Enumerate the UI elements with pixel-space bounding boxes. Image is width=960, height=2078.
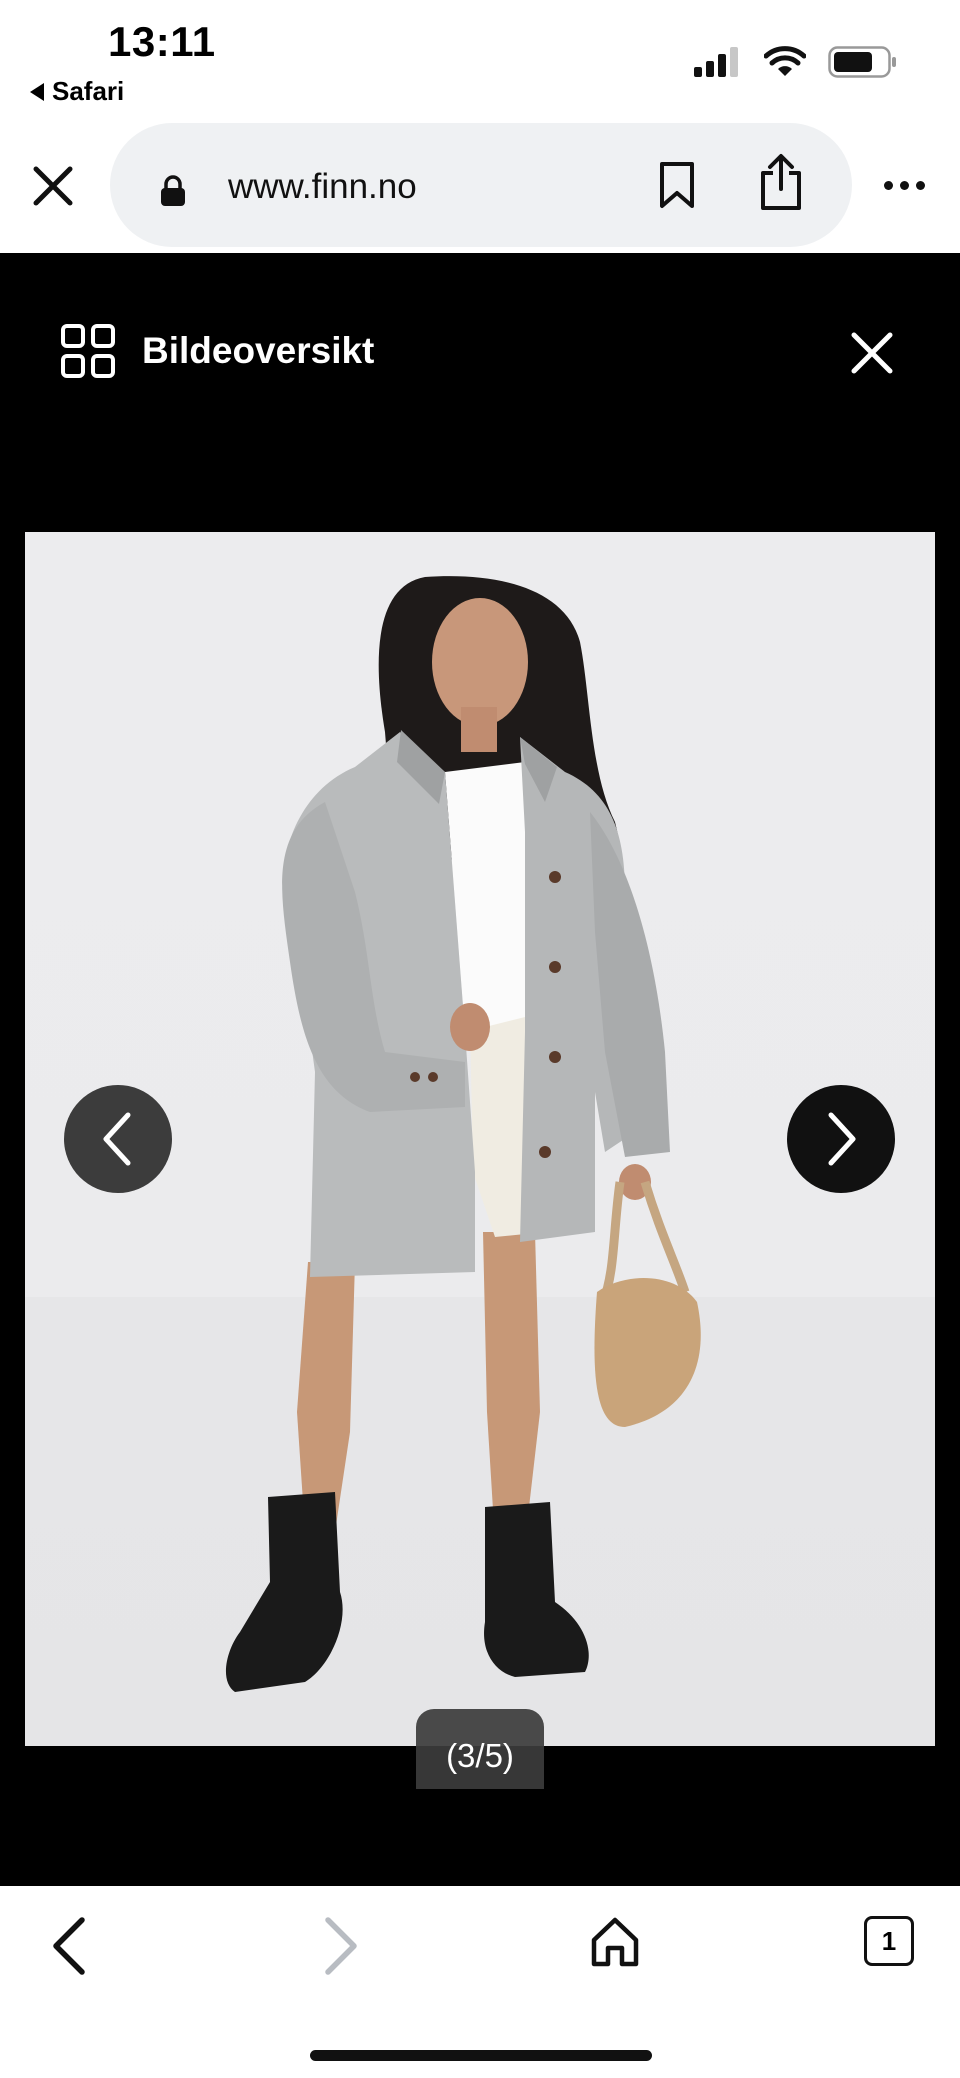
home-indicator [310,2050,652,2061]
image-overview-button[interactable]: Bildeoversikt [60,323,374,379]
image-counter: (3/5) [416,1709,544,1789]
close-icon[interactable] [30,163,76,209]
tabs-icon[interactable]: 1 [864,1916,914,1966]
browser-address-row: www.finn.no [0,115,960,253]
image-gallery-overlay: Bildeoversikt (3/5) [0,253,960,1886]
status-time: 13:11 [108,18,216,65]
back-triangle-icon [30,82,44,101]
grid-icon [61,324,115,378]
previous-image-button[interactable] [64,1085,172,1193]
chevron-left-icon [103,1112,131,1166]
address-bar[interactable]: www.finn.no [110,123,852,247]
image-overview-label: Bildeoversikt [142,330,375,371]
status-icons [694,46,898,78]
chevron-right-icon [828,1112,856,1166]
back-to-app-link[interactable]: Safari [30,76,124,107]
gallery-close-icon[interactable] [850,331,894,375]
next-image-button[interactable] [787,1085,895,1193]
signal-icon [694,47,738,77]
share-icon[interactable] [758,153,804,211]
lock-icon [161,175,185,206]
safari-toolbar: 1 [0,1886,960,2078]
wifi-icon [764,46,806,76]
status-bar: 13:11 Safari [0,0,960,115]
url-text[interactable]: www.finn.no [228,167,417,207]
back-arrow-icon[interactable] [50,1916,90,1976]
bookmark-icon[interactable] [658,161,696,209]
forward-arrow-icon[interactable] [320,1916,360,1976]
battery-icon [828,46,896,78]
home-icon[interactable] [590,1916,640,1968]
more-icon[interactable] [884,181,925,190]
back-app-label: Safari [52,76,125,106]
